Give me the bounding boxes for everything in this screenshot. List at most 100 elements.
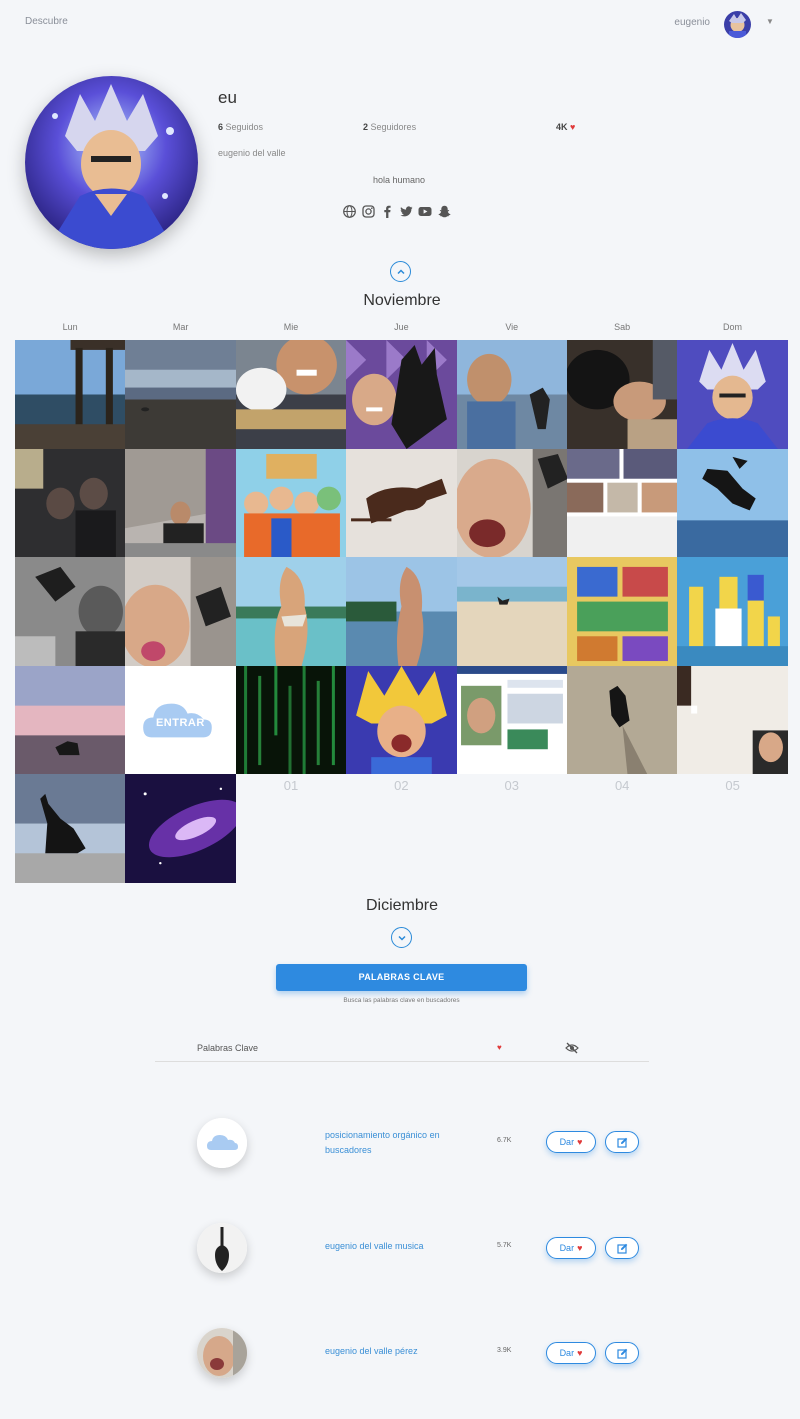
keyword-link[interactable]: posicionamiento orgánico en buscadores [325,1128,475,1158]
weekday-label: Mie [283,322,299,332]
likes-stat: 4K ♥ [556,122,575,132]
heart-icon: ♥ [577,1243,583,1253]
photo-video-call[interactable] [677,665,788,774]
photo-selfie-tongue[interactable] [125,557,236,666]
snapchat-icon[interactable] [437,204,451,218]
followers-label: Seguidores [370,122,417,132]
keyword-count: 3.9K [497,1347,512,1354]
facebook-icon[interactable] [380,204,394,218]
heart-icon: ♥ [577,1348,583,1358]
keywords-table-header: Palabras Clave ♥ [155,1036,649,1062]
globe-icon[interactable] [342,204,356,218]
give-label: Dar [559,1137,575,1147]
weekday-label: Sab [614,322,631,332]
photo-photo-collage[interactable] [567,448,678,557]
photo-goku-avatar[interactable] [677,340,788,449]
keyword-link[interactable]: eugenio del valle pérez [325,1344,475,1359]
give-heart-button[interactable]: Dar ♥ [546,1131,596,1153]
weekday-label: Dom [723,322,743,332]
keyword-thumbnail [197,1118,247,1168]
edit-button[interactable] [605,1237,639,1259]
eye-slash-icon [565,1041,579,1059]
empty-day: 02 [394,778,409,793]
edit-icon [616,1243,627,1254]
following-label: Seguidos [225,122,264,132]
keyword-link[interactable]: eugenio del valle musica [325,1239,475,1254]
keyword-count: 6.7K [497,1137,512,1144]
keyword-row: eugenio del valle musica 5.7K Dar ♥ [0,1218,800,1278]
keywords-column-label: Palabras Clave [197,1043,259,1053]
photo-sandy-beach-dog[interactable] [456,557,567,666]
keyword-count: 5.7K [497,1242,512,1249]
photo-purple-galaxy[interactable] [125,774,236,883]
photo-selfie-dog-purple[interactable] [346,340,457,449]
keyword-row: posicionamiento orgánico en buscadores 6… [0,1113,800,1173]
expand-down-button[interactable] [391,927,412,948]
top-nav: Descubre eugenio ▼ [0,0,800,46]
photo-selfie-guitar[interactable] [235,340,347,449]
followers-stat[interactable]: 2 Seguidores [363,122,416,132]
photo-beach-dusk[interactable] [125,340,236,449]
following-count: 6 [218,122,224,132]
nav-avatar[interactable] [724,11,751,38]
profile-avatar [25,76,198,249]
profile-handle: eu [218,88,237,107]
heart-icon: ♥ [570,122,576,132]
chevron-down-icon[interactable]: ▼ [766,17,774,26]
empty-day: 03 [504,778,520,793]
discover-link[interactable]: Descubre [25,16,68,27]
photo-lake-woman[interactable] [346,557,457,666]
enter-label: ENTRAR [155,716,205,729]
weekday-label: Jue [394,322,409,332]
photo-dog-sleeping[interactable] [567,340,678,449]
photo-dog-pink-sunset[interactable] [15,665,126,774]
photo-dog-in-water[interactable] [567,665,678,774]
heart-icon: ♥ [497,1043,502,1052]
full-name: eugenio del valle [218,148,286,158]
twitter-icon[interactable] [399,204,413,218]
edit-button[interactable] [605,1131,639,1153]
photo-enter-cloud[interactable]: ENTRAR [125,665,236,774]
collapse-up-button[interactable] [390,261,411,282]
bio-text: hola humano [373,175,426,185]
photo-colorful-cartoon[interactable] [567,557,678,666]
photo-beach-selfie[interactable] [456,340,567,449]
photo-pier-sunset[interactable] [15,340,126,449]
keywords-hint: Busca las palabras clave en buscadores [343,997,460,1004]
photo-dark-room[interactable] [15,448,126,557]
weekday-header: Lun Mar Mie Jue Vie Sab Dom [15,322,788,332]
photo-matrix-code[interactable] [235,665,347,774]
photo-dragonball-group[interactable] [235,448,347,557]
weekday-label: Mar [172,322,189,332]
give-heart-button[interactable]: Dar ♥ [546,1342,596,1364]
give-label: Dar [559,1348,575,1358]
photo-beach-woman[interactable] [235,557,347,666]
heart-icon: ♥ [577,1137,583,1147]
keyword-thumbnail [197,1328,247,1378]
photo-bw-selfie-dog[interactable] [15,557,126,666]
followers-count: 2 [363,122,369,132]
photo-dog-on-bed[interactable] [346,448,457,557]
social-links [342,204,451,218]
give-heart-button[interactable]: Dar ♥ [546,1237,596,1259]
following-stat[interactable]: 6 Seguidos [218,122,263,132]
photo-dog-silhouette[interactable] [15,774,126,883]
edit-button[interactable] [605,1342,639,1364]
photo-dog-jumping-sea[interactable] [677,448,788,557]
photo-open-mouth-selfie[interactable] [456,448,567,557]
empty-day: 04 [614,778,630,793]
chevron-up-icon [396,268,405,274]
weekday-label: Vie [505,322,519,332]
youtube-icon[interactable] [418,204,432,218]
keywords-button[interactable]: PALABRAS CLAVE [276,964,527,991]
nav-username[interactable]: eugenio [674,17,710,28]
photo-simpsons-family[interactable] [677,557,788,666]
weekday-label: Lun [62,322,78,332]
photo-man-sitting-wall[interactable] [125,448,236,557]
empty-day: 05 [725,778,740,793]
photo-screenshot-page[interactable] [456,665,567,774]
instagram-icon[interactable] [361,204,375,218]
photo-super-saiyan[interactable] [346,665,457,774]
keyword-row: eugenio del valle pérez 3.9K Dar ♥ [0,1323,800,1383]
empty-day: 01 [283,778,299,793]
